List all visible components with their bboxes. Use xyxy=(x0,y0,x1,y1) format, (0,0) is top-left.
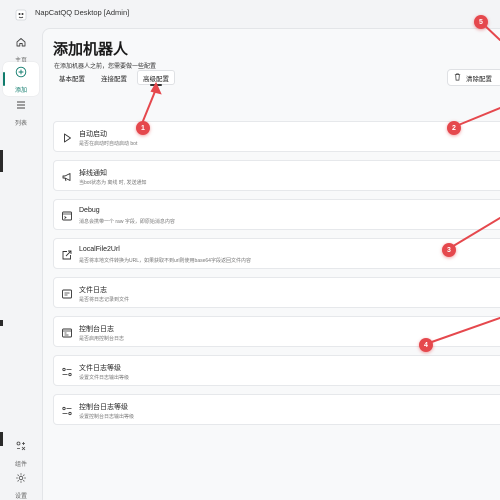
trash-icon xyxy=(453,72,462,83)
annotation-badge-3: 3 xyxy=(442,243,456,257)
home-icon xyxy=(15,35,27,53)
setting-desc: 是否启用控制台日志 xyxy=(79,336,125,342)
setting-desc: 是否将本地文件转换为URL，如果获取不到url则使用base64字段返回文件内容 xyxy=(79,258,251,264)
main-panel: 添加机器人 在添加机器人之前，您需要做一些配置 基本配置 连接配置 高级配置 清… xyxy=(42,28,500,500)
window-title: NapCatQQ Desktop [Admin] xyxy=(35,8,130,17)
setting-title: 自动启动 xyxy=(79,131,107,138)
clear-config-button[interactable]: 清除配置 xyxy=(447,69,500,86)
tab-basic-config[interactable]: 基本配置 xyxy=(53,70,91,85)
play-icon xyxy=(61,131,73,143)
setting-title: 控制台日志 xyxy=(79,326,114,333)
components-icon xyxy=(15,439,27,457)
setting-desc: 是否在启动时自动启动 bot xyxy=(79,141,138,147)
sidebar-item-components[interactable]: 组件 xyxy=(3,436,39,470)
setting-desc: 设置控制台日志输出等级 xyxy=(79,414,135,420)
list-icon xyxy=(15,98,27,116)
sidebar-item-label: 列表 xyxy=(14,120,27,127)
app-window: NapCatQQ Desktop [Admin] 主页 添加 列表 组件 设置 … xyxy=(0,0,500,500)
setting-card-debug[interactable]: Debug 消息会携带一个 raw 字段，即原始消息内容 xyxy=(53,199,500,230)
setting-card-localfile2url[interactable]: LocalFile2Url 是否将本地文件转换为URL，如果获取不到url则使用… xyxy=(53,238,500,269)
annotation-badge-1: 1 xyxy=(136,121,150,135)
share-icon xyxy=(61,248,73,260)
edge-artifact xyxy=(0,432,3,446)
level-icon xyxy=(61,365,73,377)
setting-title: LocalFile2Url xyxy=(79,246,120,253)
setting-card-console-log[interactable]: 控制台日志 是否启用控制台日志 xyxy=(53,316,500,347)
page-subtitle: 在添加机器人之前，您需要做一些配置 xyxy=(54,64,157,70)
sidebar-item-home[interactable]: 主页 xyxy=(3,32,39,66)
title-bar: NapCatQQ Desktop [Admin] xyxy=(0,0,500,28)
add-circle-icon xyxy=(15,65,27,83)
setting-desc: 消息会携带一个 raw 字段，即原始消息内容 xyxy=(79,219,175,225)
tab-advanced-config[interactable]: 高级配置 xyxy=(137,70,175,86)
sidebar-item-settings[interactable]: 设置 xyxy=(3,468,39,500)
annotation-badge-5: 5 xyxy=(474,15,488,29)
page-title: 添加机器人 xyxy=(53,41,129,58)
setting-title: Debug xyxy=(79,207,100,214)
console-icon xyxy=(61,326,73,338)
setting-title: 控制台日志等级 xyxy=(79,404,128,411)
app-logo-icon xyxy=(15,8,27,21)
file-log-icon xyxy=(61,287,73,299)
sidebar-item-add[interactable]: 添加 xyxy=(3,62,39,96)
setting-title: 文件日志等级 xyxy=(79,365,121,372)
setting-desc: 设置文件日志输出等级 xyxy=(79,375,130,381)
sidebar: 主页 添加 列表 组件 设置 xyxy=(0,28,42,500)
level-icon xyxy=(61,404,73,416)
setting-desc: 当bot状态为 离线 时, 发送通知 xyxy=(79,180,147,186)
annotation-badge-4: 4 xyxy=(419,338,433,352)
setting-card-file-log-level[interactable]: 文件日志等级 设置文件日志输出等级 xyxy=(53,355,500,386)
setting-card-console-log-level[interactable]: 控制台日志等级 设置控制台日志输出等级 xyxy=(53,394,500,425)
setting-card-auto-start[interactable]: 自动启动 是否在启动时自动启动 bot xyxy=(53,121,500,152)
setting-desc: 是否将日志记录到文件 xyxy=(79,297,130,303)
sidebar-item-label: 设置 xyxy=(14,493,27,500)
sidebar-item-label: 组件 xyxy=(14,461,27,468)
tab-connection-config[interactable]: 连接配置 xyxy=(95,70,133,85)
debug-icon xyxy=(61,209,73,221)
setting-title: 掉线通知 xyxy=(79,170,107,177)
edge-artifact xyxy=(0,150,3,172)
setting-title: 文件日志 xyxy=(79,287,107,294)
edge-artifact xyxy=(0,320,3,326)
gear-icon xyxy=(15,471,27,489)
config-tabs: 基本配置 连接配置 高级配置 xyxy=(53,70,175,86)
annotation-badge-2: 2 xyxy=(447,121,461,135)
clear-config-label: 清除配置 xyxy=(466,75,492,83)
sidebar-item-list[interactable]: 列表 xyxy=(3,95,39,129)
setting-card-file-log[interactable]: 文件日志 是否将日志记录到文件 xyxy=(53,277,500,308)
sidebar-item-label: 添加 xyxy=(14,87,27,94)
megaphone-icon xyxy=(61,170,73,182)
setting-card-offline-notice[interactable]: 掉线通知 当bot状态为 离线 时, 发送通知 xyxy=(53,160,500,191)
